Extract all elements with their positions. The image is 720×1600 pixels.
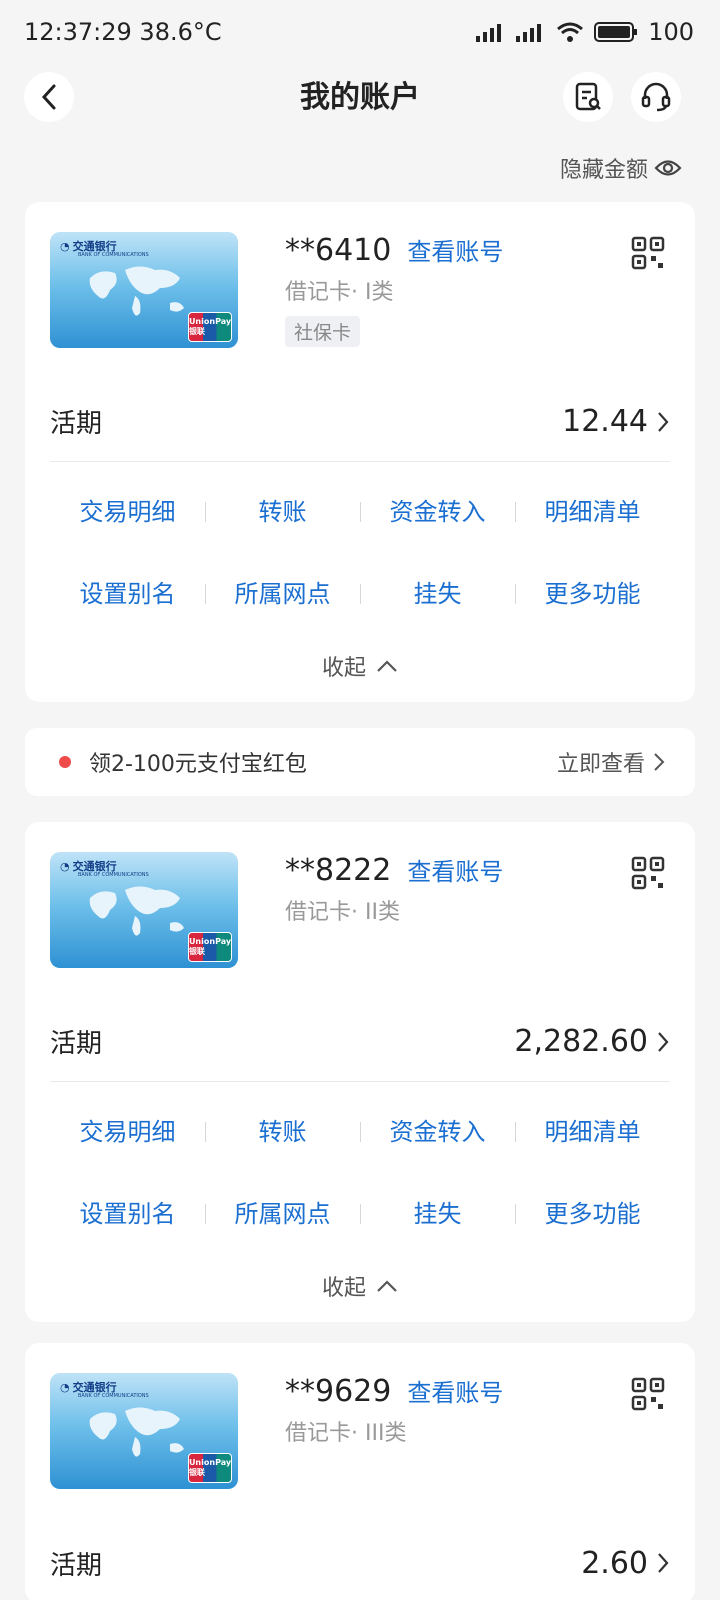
unionpay-logo: UnionPay 银联 bbox=[188, 932, 232, 962]
statement-list-button[interactable]: 明细清单 bbox=[515, 1112, 670, 1152]
branch-button[interactable]: 所属网点 bbox=[205, 574, 360, 614]
chevron-up-icon bbox=[377, 660, 397, 672]
headset-icon bbox=[641, 82, 671, 112]
balance-amount: 2.60 bbox=[581, 1545, 648, 1581]
promo-action-label: 立即查看 bbox=[556, 752, 645, 777]
card-number-row: **6410 查看账号 bbox=[285, 232, 503, 268]
card-number: **8222 bbox=[285, 853, 392, 888]
status-icons: 100 bbox=[476, 18, 694, 46]
nav-bar: 我的账户 bbox=[0, 64, 720, 164]
balance-label: 活期 bbox=[50, 409, 103, 439]
card-type: 借记卡· I类 bbox=[285, 280, 394, 305]
chevron-right-icon bbox=[654, 753, 665, 771]
card-number: **9629 bbox=[285, 1374, 392, 1409]
balance-row[interactable]: 活期 2,282.60 bbox=[50, 1002, 670, 1082]
view-account-link[interactable]: 查看账号 bbox=[407, 1373, 503, 1408]
signal-icon bbox=[476, 24, 502, 42]
collapse-button[interactable]: 收起 bbox=[25, 1270, 695, 1302]
fund-transfer-in-button[interactable]: 资金转入 bbox=[360, 1112, 515, 1152]
chevron-right-icon bbox=[658, 1553, 669, 1573]
account-card: ◔ 交通银行 BANK OF COMMUNICATIONS UnionPay 银联… bbox=[25, 1343, 695, 1600]
bank-card-image: ◔ 交通银行 BANK OF COMMUNICATIONS UnionPay 银联 bbox=[50, 852, 238, 968]
chevron-right-icon bbox=[658, 411, 669, 432]
balance-label: 活期 bbox=[50, 1029, 103, 1059]
battery-icon bbox=[594, 22, 638, 42]
transaction-details-button[interactable]: 交易明细 bbox=[50, 492, 205, 532]
balance-row[interactable]: 活期 2.60 bbox=[50, 1523, 670, 1600]
eye-icon bbox=[654, 160, 682, 176]
qr-code-button[interactable] bbox=[631, 856, 665, 894]
unionpay-logo: UnionPay 银联 bbox=[188, 1453, 232, 1483]
balance-amount: 2,282.60 bbox=[514, 1024, 648, 1059]
transfer-button[interactable]: 转账 bbox=[205, 1112, 360, 1152]
bank-logo-icon: ◔ bbox=[60, 1380, 70, 1394]
wifi-icon bbox=[557, 22, 584, 42]
card-tag: 社保卡 bbox=[285, 316, 361, 347]
set-alias-button[interactable]: 设置别名 bbox=[50, 574, 205, 614]
statement-list-button[interactable]: 明细清单 bbox=[515, 492, 670, 532]
set-alias-button[interactable]: 设置别名 bbox=[50, 1194, 205, 1234]
world-map-icon bbox=[89, 1407, 184, 1457]
balance-value-group: 2.60 bbox=[581, 1546, 670, 1581]
qr-code-icon bbox=[631, 856, 665, 890]
promo-action[interactable]: 立即查看 bbox=[557, 746, 665, 778]
balance-amount: 12.44 bbox=[562, 404, 648, 439]
card-number-row: **8222 查看账号 bbox=[285, 852, 503, 888]
qr-code-icon bbox=[631, 1377, 665, 1411]
hide-amount-toggle[interactable]: 隐藏金额 bbox=[560, 152, 682, 184]
qr-code-icon bbox=[631, 236, 665, 270]
report-loss-button[interactable]: 挂失 bbox=[360, 1194, 515, 1234]
view-account-link[interactable]: 查看账号 bbox=[407, 852, 503, 887]
bank-logo-icon: ◔ bbox=[60, 239, 70, 253]
card-type: 借记卡· II类 bbox=[285, 900, 400, 925]
status-bar: 12:37:29 38.6°C 100 bbox=[0, 0, 720, 64]
qr-code-button[interactable] bbox=[631, 1377, 665, 1415]
world-map-icon bbox=[89, 266, 184, 316]
bank-logo-icon: ◔ bbox=[60, 859, 70, 873]
red-dot-icon bbox=[59, 756, 71, 768]
chevron-up-icon bbox=[377, 1280, 397, 1292]
more-functions-button[interactable]: 更多功能 bbox=[515, 1194, 670, 1234]
transfer-button[interactable]: 转账 bbox=[205, 492, 360, 532]
action-row: 设置别名 所属网点 挂失 更多功能 bbox=[50, 1194, 670, 1234]
promo-left: 领2-100元支付宝红包 bbox=[59, 746, 307, 778]
customer-service-button[interactable] bbox=[631, 72, 681, 122]
balance-row[interactable]: 活期 12.44 bbox=[50, 382, 670, 462]
chevron-right-icon bbox=[658, 1031, 669, 1052]
card-number-row: **9629 查看账号 bbox=[285, 1373, 503, 1409]
document-search-icon bbox=[575, 82, 601, 111]
bank-card-image: ◔ 交通银行 BANK OF COMMUNICATIONS UnionPay 银联 bbox=[50, 232, 238, 348]
fund-transfer-in-button[interactable]: 资金转入 bbox=[360, 492, 515, 532]
collapse-label: 收起 bbox=[321, 656, 366, 681]
unionpay-logo: UnionPay 银联 bbox=[188, 312, 232, 342]
card-number: **6410 bbox=[285, 233, 392, 268]
action-row: 交易明细 转账 资金转入 明细清单 bbox=[50, 492, 670, 532]
action-row: 设置别名 所属网点 挂失 更多功能 bbox=[50, 574, 670, 614]
promo-text: 领2-100元支付宝红包 bbox=[89, 752, 307, 777]
account-card: ◔ 交通银行 BANK OF COMMUNICATIONS UnionPay 银联… bbox=[25, 822, 695, 1322]
branch-button[interactable]: 所属网点 bbox=[205, 1194, 360, 1234]
statement-button[interactable] bbox=[563, 72, 613, 122]
card-type: 借记卡· III类 bbox=[285, 1421, 407, 1446]
status-time-temp: 12:37:29 38.6°C bbox=[24, 18, 222, 46]
balance-label: 活期 bbox=[50, 1550, 103, 1581]
transaction-details-button[interactable]: 交易明细 bbox=[50, 1112, 205, 1152]
promo-banner[interactable]: 领2-100元支付宝红包 立即查看 bbox=[25, 728, 695, 796]
balance-value-group: 2,282.60 bbox=[514, 1024, 670, 1059]
action-row: 交易明细 转账 资金转入 明细清单 bbox=[50, 1112, 670, 1152]
signal-icon-2 bbox=[516, 24, 542, 42]
qr-code-button[interactable] bbox=[631, 236, 665, 274]
collapse-button[interactable]: 收起 bbox=[25, 650, 695, 682]
view-account-link[interactable]: 查看账号 bbox=[407, 232, 503, 267]
hide-amount-label: 隐藏金额 bbox=[559, 158, 648, 183]
balance-value-group: 12.44 bbox=[562, 404, 670, 439]
report-loss-button[interactable]: 挂失 bbox=[360, 574, 515, 614]
world-map-icon bbox=[89, 886, 184, 936]
bank-card-image: ◔ 交通银行 BANK OF COMMUNICATIONS UnionPay 银联 bbox=[50, 1373, 238, 1489]
collapse-label: 收起 bbox=[321, 1276, 366, 1301]
account-card: ◔ 交通银行 BANK OF COMMUNICATIONS UnionPay 银联… bbox=[25, 202, 695, 702]
battery-level: 100 bbox=[648, 18, 694, 46]
more-functions-button[interactable]: 更多功能 bbox=[515, 574, 670, 614]
